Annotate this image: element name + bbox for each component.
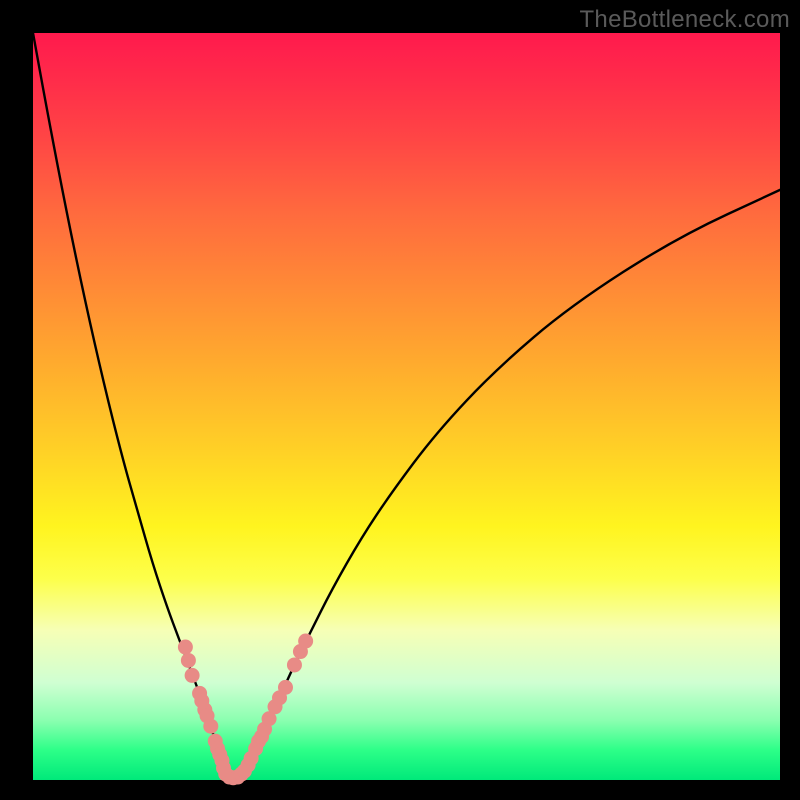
data-point (203, 719, 218, 734)
chart-svg (0, 0, 800, 800)
bottleneck-curve (33, 33, 780, 777)
data-point (181, 653, 196, 668)
data-point (278, 680, 293, 695)
data-point (185, 668, 200, 683)
data-point (178, 640, 193, 655)
chart-frame: TheBottleneck.com (0, 0, 800, 800)
scatter-group (178, 634, 313, 786)
data-point (298, 634, 313, 649)
data-point (287, 657, 302, 672)
watermark-text: TheBottleneck.com (579, 6, 790, 34)
